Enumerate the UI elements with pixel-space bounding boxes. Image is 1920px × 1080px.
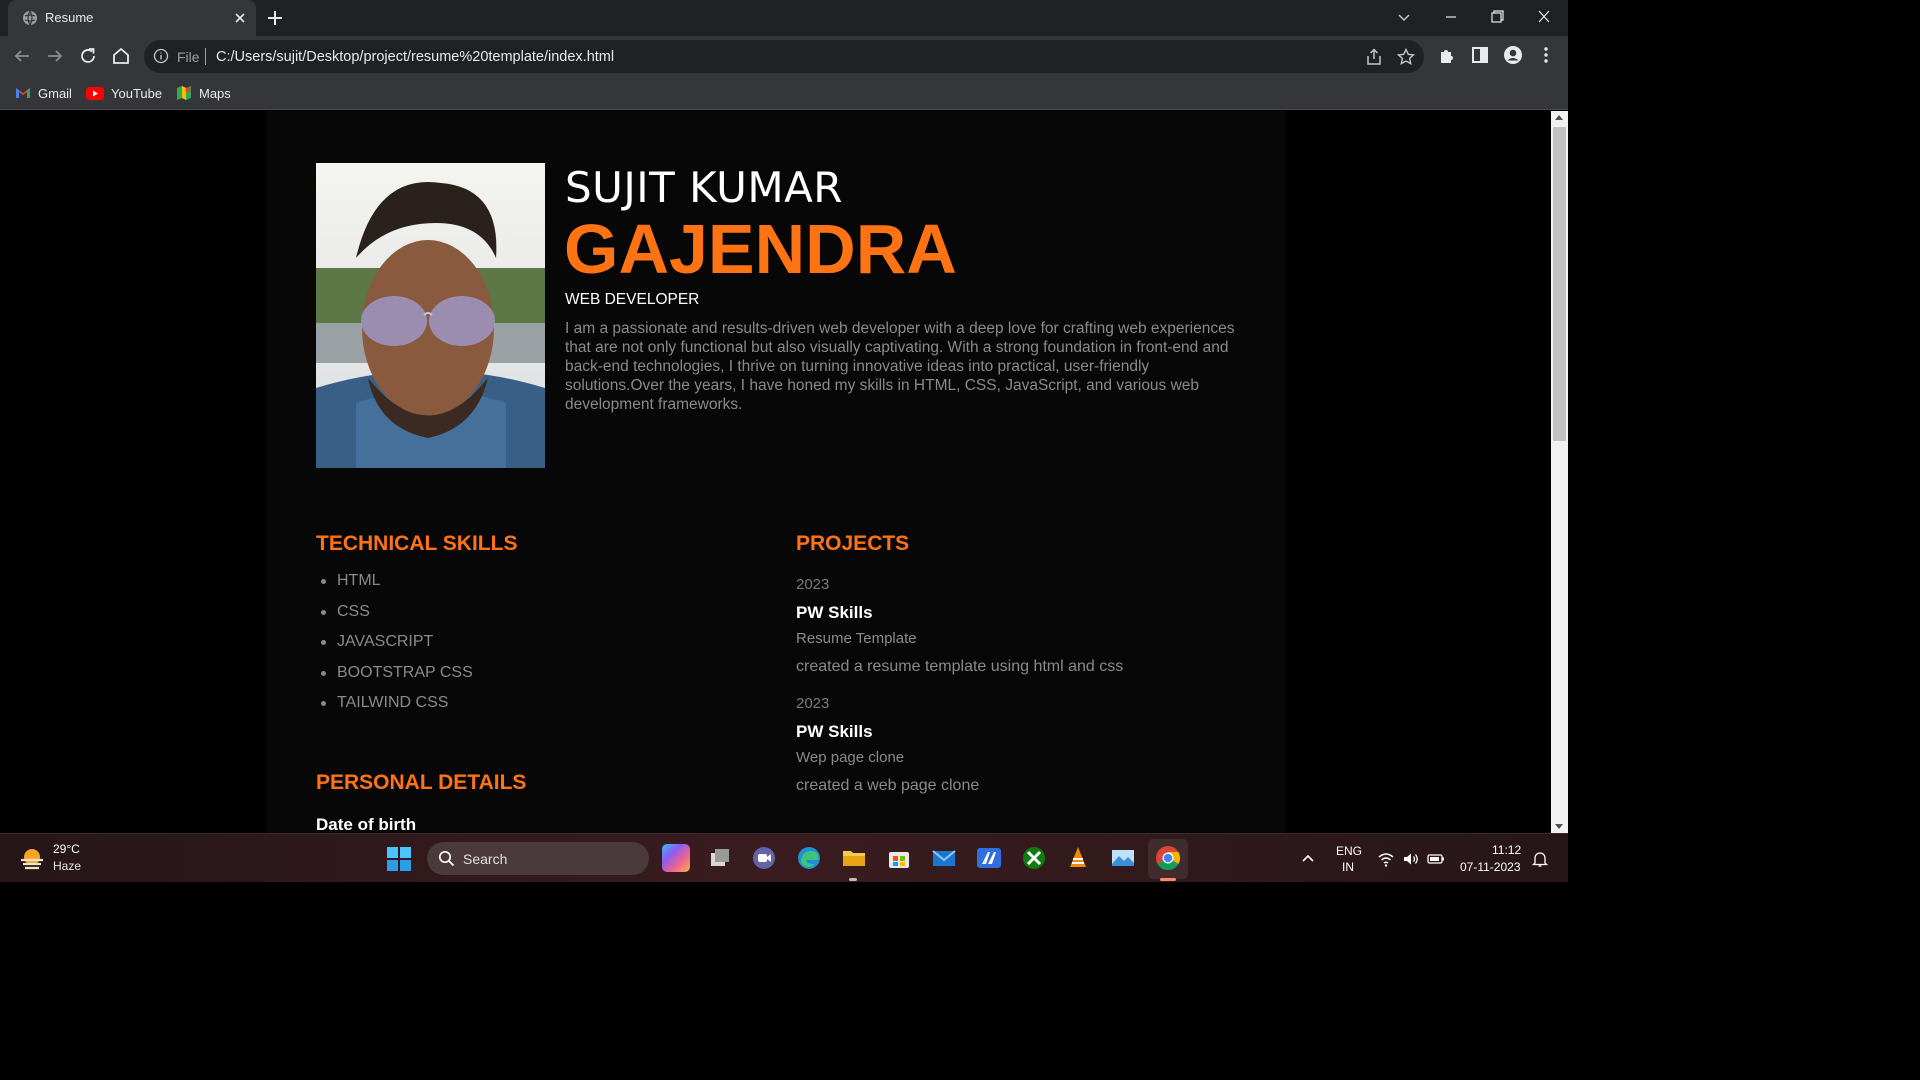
show-hidden-icons-icon[interactable] [1300, 850, 1316, 866]
windows-start-icon[interactable] [386, 846, 412, 872]
project-entry: 2023 PW Skills Resume Template created a… [796, 576, 1123, 676]
forward-icon[interactable] [43, 44, 67, 68]
bookmark-label: YouTube [111, 85, 163, 101]
project-org: PW Skills [796, 722, 873, 741]
weather-condition[interactable]: Haze [53, 859, 81, 873]
clock-time[interactable]: 11:12 [1492, 843, 1521, 857]
bookmark-label: Gmail [38, 85, 72, 101]
bookmark-gmail[interactable]: Gmail [15, 84, 72, 102]
project-year: 2023 [796, 576, 830, 593]
project-title: Wep page clone [796, 749, 905, 766]
profile-photo [316, 163, 545, 468]
copilot-icon[interactable] [662, 844, 690, 872]
project-year: 2023 [796, 695, 830, 712]
globe-icon [23, 10, 37, 26]
bookmark-maps[interactable]: Maps [176, 84, 231, 102]
menu-kebab-icon[interactable] [1535, 44, 1557, 66]
skills-heading: TECHNICAL SKILLS [316, 532, 518, 555]
task-view-icon[interactable] [706, 844, 734, 872]
url-text[interactable]: C:/Users/sujit/Desktop/project/resume%20… [216, 49, 614, 65]
url-scheme-label: File [177, 49, 200, 65]
scroll-up-arrow-icon[interactable] [1555, 115, 1563, 120]
tab-search-icon[interactable] [1392, 6, 1416, 28]
first-name: SUJIT KUMAR [565, 163, 843, 212]
youtube-icon [86, 86, 104, 100]
last-name: GAJENDRA [564, 210, 957, 288]
search-icon [438, 850, 455, 867]
home-icon[interactable] [109, 44, 133, 68]
tab-strip: Resume [0, 0, 1568, 36]
close-window-icon[interactable] [1532, 6, 1556, 28]
bookmarks-bar: Gmail YouTube Maps [0, 76, 1568, 110]
xbox-icon[interactable] [1020, 844, 1048, 872]
explorer-running-indicator [849, 878, 857, 881]
edge-icon[interactable] [795, 844, 823, 872]
skill-item: BOOTSTRAP CSS [316, 661, 473, 692]
back-icon[interactable] [10, 44, 34, 68]
input-language[interactable]: ENG [1336, 844, 1362, 858]
share-icon[interactable] [1364, 47, 1384, 67]
projects-heading: PROJECTS [796, 532, 910, 555]
skills-list: HTML CSS JAVASCRIPT BOOTSTRAP CSS TAILWI… [316, 569, 473, 722]
input-region[interactable]: IN [1342, 860, 1354, 874]
bio-paragraph: I am a passionate and results-driven web… [565, 320, 1235, 413]
tab-title: Resume [45, 10, 94, 25]
windows-taskbar: 29°C Haze Search ENG IN 11:12 07-11-2023 [0, 833, 1568, 882]
gmail-icon [16, 88, 30, 98]
project-description: created a web page clone [796, 777, 980, 794]
maps-icon [177, 86, 191, 100]
clock-date[interactable]: 07-11-2023 [1460, 860, 1521, 874]
scroll-thumb[interactable] [1553, 127, 1566, 441]
project-org: PW Skills [796, 603, 873, 622]
vertical-scrollbar[interactable] [1551, 111, 1568, 833]
chrome-active-indicator [1160, 878, 1176, 881]
job-title: WEB DEVELOPER [565, 291, 700, 308]
site-info-icon[interactable] [153, 48, 169, 64]
url-separator [205, 48, 206, 65]
skill-item: CSS [316, 600, 473, 631]
mail-icon[interactable] [930, 844, 958, 872]
page-viewport: SUJIT KUMAR GAJENDRA WEB DEVELOPER I am … [0, 111, 1551, 833]
wifi-icon[interactable] [1377, 850, 1395, 868]
personal-details-heading: PERSONAL DETAILS [316, 771, 527, 794]
temperature[interactable]: 29°C [53, 842, 80, 856]
minimize-icon[interactable] [1439, 6, 1463, 28]
bookmark-star-icon[interactable] [1396, 47, 1416, 67]
haze-weather-icon[interactable] [18, 845, 46, 873]
side-panel-icon[interactable] [1469, 44, 1491, 66]
project-entry: 2023 PW Skills Wep page clone created a … [796, 695, 979, 795]
photos-icon[interactable] [1109, 844, 1137, 872]
skill-item: TAILWIND CSS [316, 691, 473, 722]
project-description: created a resume template using html and… [796, 658, 1124, 675]
bookmark-youtube[interactable]: YouTube [86, 84, 162, 102]
restore-icon[interactable] [1485, 6, 1509, 28]
skill-item: JAVASCRIPT [316, 630, 473, 661]
scroll-down-arrow-icon[interactable] [1555, 824, 1563, 829]
address-bar[interactable]: File C:/Users/sujit/Desktop/project/resu… [144, 40, 1424, 73]
notification-bell-icon[interactable] [1531, 850, 1549, 868]
teams-icon[interactable] [750, 844, 778, 872]
vlc-icon[interactable] [1064, 844, 1092, 872]
file-explorer-icon[interactable] [840, 844, 868, 872]
reload-icon[interactable] [76, 44, 100, 68]
browser-toolbar: File C:/Users/sujit/Desktop/project/resu… [0, 36, 1568, 76]
resume-container: SUJIT KUMAR GAJENDRA WEB DEVELOPER I am … [266, 111, 1286, 833]
new-tab-icon[interactable] [264, 7, 286, 29]
volume-icon[interactable] [1402, 850, 1420, 868]
tab-resume[interactable]: Resume [8, 0, 256, 36]
search-placeholder: Search [463, 851, 508, 867]
skill-item: HTML [316, 569, 473, 600]
extensions-icon[interactable] [1436, 44, 1458, 66]
profile-icon[interactable] [1502, 44, 1524, 66]
sketch-app-icon[interactable] [975, 844, 1003, 872]
taskbar-search[interactable]: Search [427, 842, 649, 875]
close-tab-icon[interactable] [230, 8, 250, 28]
battery-icon[interactable] [1427, 850, 1445, 868]
ms-store-icon[interactable] [885, 844, 913, 872]
dob-label: Date of birth [316, 815, 417, 833]
project-title: Resume Template [796, 630, 917, 647]
chrome-icon[interactable] [1154, 844, 1182, 872]
bookmark-label: Maps [199, 85, 231, 101]
